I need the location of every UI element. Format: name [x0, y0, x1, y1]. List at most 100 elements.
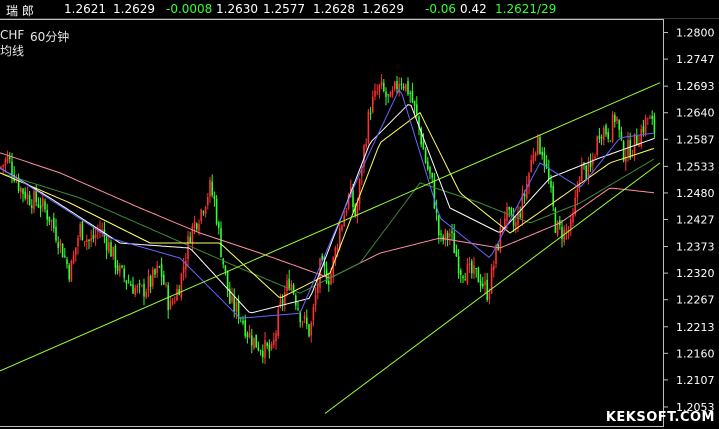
y-tick-label: 1.2373 [676, 241, 715, 254]
candle-body [123, 268, 125, 278]
y-tick-label: 1.2640 [676, 107, 715, 120]
trendline [324, 162, 661, 414]
candle-body [244, 320, 246, 337]
candle-body [70, 260, 73, 282]
candle-body [297, 307, 299, 310]
candle-body [563, 229, 565, 243]
candle-body [158, 266, 161, 268]
candle-body [189, 237, 191, 243]
candle-body [471, 261, 473, 274]
candle-body [138, 283, 141, 286]
candle-body [275, 333, 277, 342]
candle-body [163, 274, 165, 285]
candle-body [171, 302, 174, 304]
candle-body [644, 117, 647, 134]
candle-body [438, 215, 440, 236]
candle-body [618, 119, 620, 130]
candle-body [66, 259, 68, 265]
candle-body [204, 206, 207, 214]
candle-body [264, 339, 266, 359]
candlestick-chart: 1.2800 1.2747 1.2693 1.2640 1.2587 1.2533 1.24… [0, 27, 715, 414]
candle-body [233, 296, 235, 312]
candle-body [389, 92, 392, 98]
candle-body [257, 347, 260, 351]
candle-body [385, 91, 387, 97]
candle-body [143, 283, 145, 297]
candle-body [200, 209, 202, 222]
candle-body [147, 276, 150, 291]
y-tick-label: 1.2693 [676, 80, 715, 93]
candle-body [6, 155, 9, 162]
candle-body [39, 205, 42, 209]
candle-body [339, 227, 341, 248]
candle-body [211, 181, 213, 196]
candle-body [48, 216, 51, 222]
candle-body [629, 140, 631, 159]
candle-body [75, 247, 77, 255]
candle-body [460, 270, 462, 275]
candle-body [270, 343, 273, 350]
candle-body [152, 269, 154, 287]
candle-body [303, 315, 306, 319]
candle-body [262, 350, 264, 357]
candle-body [534, 152, 537, 157]
candle-body [614, 114, 616, 122]
candle-body [394, 81, 396, 89]
candle-body [61, 243, 64, 258]
candle-body [424, 149, 427, 163]
candle-body [312, 306, 315, 321]
candle-body [578, 179, 581, 187]
candle-body [541, 151, 543, 156]
candle-body [196, 223, 198, 230]
candle-body [292, 285, 295, 294]
candle-body [154, 269, 156, 275]
candle-body [209, 180, 211, 197]
candle-body [391, 90, 394, 96]
candle-body [68, 265, 70, 280]
candle-body [468, 263, 471, 265]
candle-body [215, 198, 218, 224]
candle-body [108, 242, 110, 253]
candle-body [53, 218, 55, 229]
candle-body [72, 254, 75, 264]
candle-body [136, 285, 139, 288]
candle-body [539, 137, 541, 155]
candle-body [176, 288, 178, 301]
candle-body [42, 198, 44, 207]
candle-body [125, 280, 128, 283]
candle-body [504, 218, 506, 226]
candle-body [242, 320, 244, 324]
candle-body [191, 225, 194, 244]
candle-body [207, 197, 209, 205]
candle-body [477, 267, 480, 283]
candle-body [633, 133, 636, 154]
candle-body [585, 165, 587, 179]
candle-body [160, 264, 163, 277]
candle-body [281, 299, 284, 304]
candle-body [581, 163, 583, 182]
candle-body [400, 83, 403, 85]
candle-body [413, 101, 416, 106]
candle-body [475, 268, 477, 270]
candle-body [182, 266, 185, 273]
candle-body [407, 81, 409, 95]
candle-body [510, 208, 513, 215]
candle-body [127, 282, 130, 284]
candle-body [130, 284, 132, 286]
candle-body [607, 132, 609, 139]
candle-body [180, 273, 183, 298]
y-tick-label: 1.2533 [676, 160, 715, 173]
candle-body [121, 265, 123, 268]
candle-body [345, 211, 348, 213]
candle-body [44, 201, 46, 210]
candle-body [411, 91, 414, 103]
y-tick-label: 1.2213 [676, 321, 715, 334]
candle-body [37, 203, 40, 207]
candle-body [268, 344, 271, 352]
candle-body [416, 104, 418, 115]
candle-body [455, 250, 458, 257]
candle-body [253, 337, 255, 349]
candle-body [0, 166, 2, 168]
candle-body [88, 239, 90, 241]
candle-body [77, 238, 79, 246]
